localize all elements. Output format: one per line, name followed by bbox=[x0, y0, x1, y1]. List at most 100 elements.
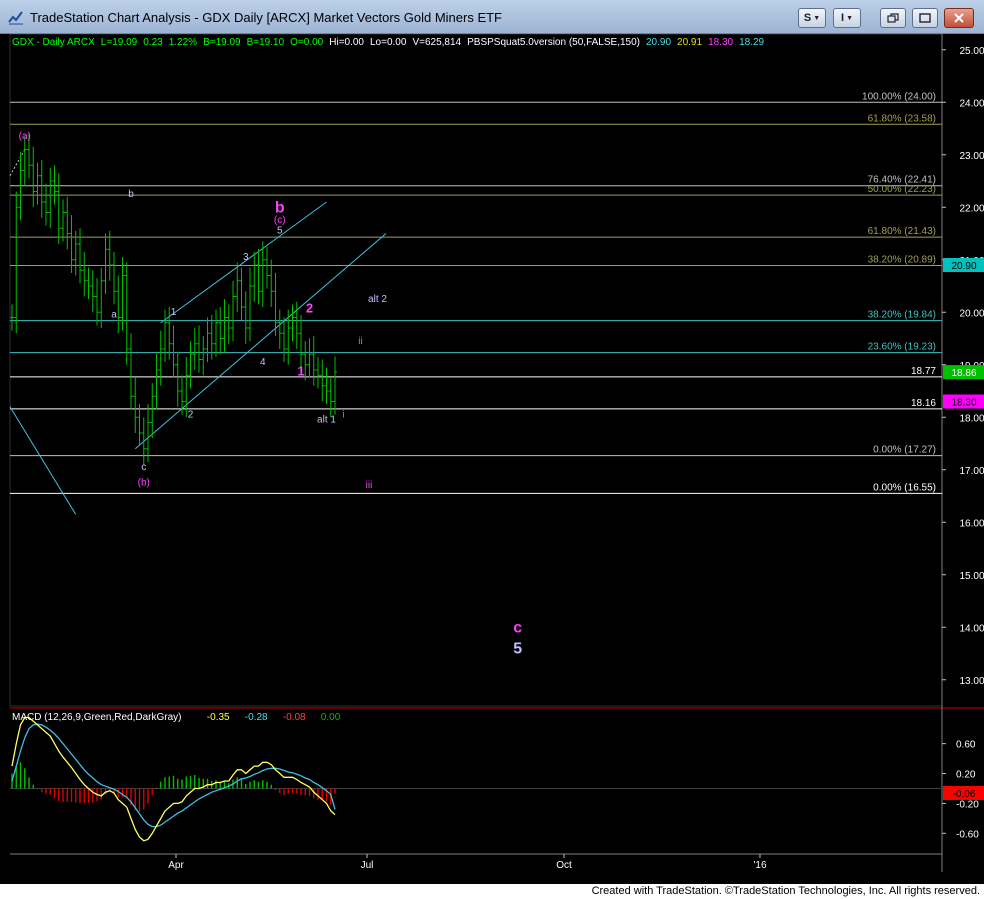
price-bar bbox=[226, 304, 231, 344]
price-bar bbox=[277, 309, 282, 349]
wave-label: 1 bbox=[297, 363, 304, 378]
price-bar bbox=[214, 309, 218, 357]
header-value: L=19.09 bbox=[101, 37, 138, 48]
price-bar bbox=[316, 356, 320, 389]
macd-title: MACD (12,26,9,Green,Red,DarkGray) bbox=[12, 712, 182, 723]
price-bar bbox=[158, 330, 163, 386]
level-label: 50.00% (22.23) bbox=[868, 184, 936, 195]
price-bar bbox=[333, 356, 337, 415]
price-tag-value: 18.86 bbox=[951, 368, 976, 379]
dropdown-arrow-icon: ▼ bbox=[846, 14, 853, 22]
price-bar bbox=[86, 267, 91, 300]
price-bar bbox=[282, 317, 286, 363]
wave-label: 2 bbox=[188, 409, 194, 420]
symbol-link-s-button[interactable]: S ▼ bbox=[798, 8, 826, 28]
price-bar bbox=[192, 328, 197, 370]
title-bar: TradeStation Chart Analysis - GDX Daily … bbox=[0, 0, 984, 34]
price-bar bbox=[103, 233, 108, 294]
price-bar bbox=[95, 278, 99, 326]
price-bar bbox=[235, 262, 240, 313]
time-axis-label: Apr bbox=[168, 860, 184, 871]
wave-label: iii bbox=[366, 480, 373, 491]
macd-axis-label: -0.20 bbox=[956, 799, 979, 810]
price-bar bbox=[78, 228, 82, 284]
price-axis-label: 14.00 bbox=[959, 623, 984, 634]
header-value: 1.22% bbox=[169, 37, 197, 48]
header-value: B=19.09 bbox=[203, 37, 241, 48]
wave-label: (a) bbox=[19, 131, 31, 142]
level-label: 100.00% (24.00) bbox=[862, 91, 936, 102]
price-bar bbox=[171, 325, 176, 378]
price-bar bbox=[35, 162, 40, 205]
macd-value: -0.35 bbox=[207, 712, 230, 723]
level-label: 61.80% (21.43) bbox=[868, 226, 936, 237]
price-bar bbox=[252, 251, 257, 302]
restore-icon bbox=[887, 13, 899, 23]
header-value: 20.91 bbox=[677, 37, 702, 48]
price-bar bbox=[18, 152, 23, 221]
wave-label: 5 bbox=[513, 641, 522, 658]
insert-i-button[interactable]: I ▼ bbox=[833, 8, 861, 28]
wave-label: (c) bbox=[274, 215, 286, 226]
wave-label: a bbox=[111, 310, 117, 321]
window-title: TradeStation Chart Analysis - GDX Daily … bbox=[30, 10, 502, 25]
price-bar bbox=[260, 241, 265, 307]
price-axis-label: 23.00 bbox=[959, 151, 984, 162]
price-bar bbox=[48, 167, 53, 229]
header-value: 18.29 bbox=[739, 37, 764, 48]
price-axis-label: 22.00 bbox=[959, 203, 984, 214]
chart-window: TradeStation Chart Analysis - GDX Daily … bbox=[0, 0, 984, 899]
close-button[interactable] bbox=[944, 8, 974, 28]
price-bar bbox=[44, 183, 48, 226]
price-bar bbox=[39, 160, 44, 218]
price-tag-value: 20.90 bbox=[951, 261, 976, 272]
price-bar bbox=[31, 146, 36, 208]
price-bar bbox=[129, 333, 133, 410]
wave-label: c bbox=[141, 462, 146, 473]
wave-label: 1 bbox=[171, 307, 177, 318]
header-value: Hi=0.00 bbox=[329, 37, 364, 48]
price-bar bbox=[90, 270, 95, 313]
price-bar bbox=[328, 377, 333, 418]
header-value: 0.23 bbox=[143, 37, 163, 48]
i-button-label: I bbox=[841, 12, 845, 24]
header-value: O=0.00 bbox=[290, 37, 324, 48]
time-axis-label: Jul bbox=[361, 860, 374, 871]
level-label: 18.77 bbox=[911, 366, 936, 377]
wave-label: alt 1 bbox=[317, 415, 336, 426]
close-icon bbox=[954, 13, 964, 23]
price-bar bbox=[201, 335, 206, 376]
price-bar bbox=[124, 262, 129, 365]
price-bar bbox=[69, 215, 74, 273]
wave-label: alt 2 bbox=[368, 294, 387, 305]
price-bar bbox=[248, 267, 252, 342]
price-bar bbox=[231, 280, 235, 342]
wave-label: b bbox=[275, 200, 285, 217]
price-bar bbox=[256, 249, 261, 305]
price-bar bbox=[10, 304, 14, 331]
price-bar bbox=[324, 367, 329, 405]
restore-down-button[interactable] bbox=[880, 8, 906, 28]
price-bar bbox=[307, 338, 312, 378]
maximize-button[interactable] bbox=[912, 8, 938, 28]
price-bar bbox=[146, 404, 150, 462]
price-bar bbox=[273, 272, 278, 336]
chart-area[interactable]: 25.0024.0023.0022.0021.0020.0019.0018.00… bbox=[0, 33, 984, 884]
price-axis-label: 20.00 bbox=[959, 308, 984, 319]
level-label: 0.00% (16.55) bbox=[873, 482, 936, 493]
level-label: 18.16 bbox=[911, 398, 936, 409]
price-bar bbox=[107, 230, 112, 281]
price-bar bbox=[188, 341, 193, 389]
price-bar bbox=[286, 309, 291, 365]
price-bar bbox=[99, 267, 104, 328]
header-value: Lo=0.00 bbox=[370, 37, 407, 48]
macd-tag-value: -0.06 bbox=[953, 789, 976, 800]
header-value: 20.90 bbox=[646, 37, 671, 48]
price-panel-frame bbox=[9, 33, 943, 707]
price-bar bbox=[82, 251, 87, 297]
price-bar bbox=[137, 404, 142, 447]
copyright-footer: Created with TradeStation. ©TradeStation… bbox=[0, 884, 984, 899]
chart-svg[interactable]: 25.0024.0023.0022.0021.0020.0019.0018.00… bbox=[0, 33, 984, 884]
wave-label: (b) bbox=[138, 478, 150, 489]
header-value: 18.30 bbox=[708, 37, 733, 48]
